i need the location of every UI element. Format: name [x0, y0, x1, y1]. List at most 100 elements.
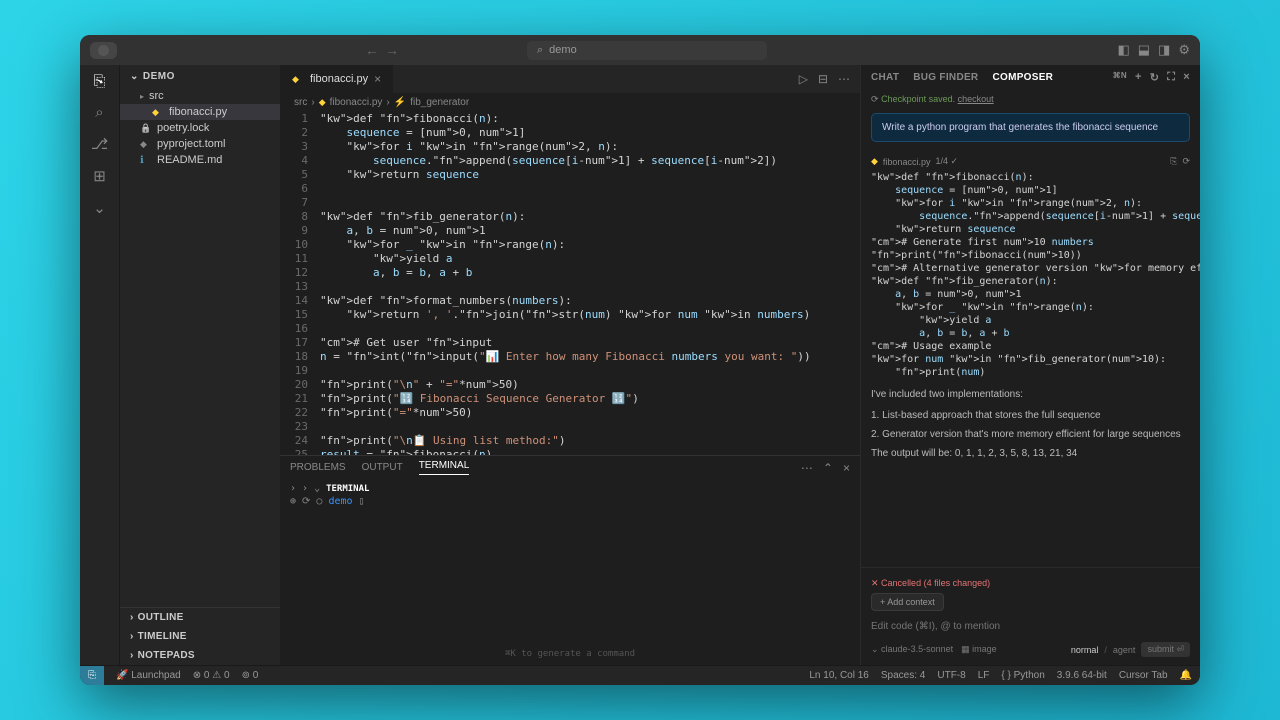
- file-label: fibonacci.py: [169, 106, 227, 118]
- python-file-icon: [292, 73, 304, 85]
- tab-fibonacci[interactable]: fibonacci.py ×: [280, 65, 394, 93]
- tab-terminal[interactable]: TERMINAL: [419, 460, 470, 475]
- close-icon[interactable]: ×: [374, 72, 381, 86]
- sidebar-header[interactable]: ⌄ DEMO: [120, 65, 280, 88]
- timeline-section[interactable]: › TIMELINE: [120, 627, 280, 646]
- terminal-cwd: demo: [328, 496, 352, 507]
- file-readme[interactable]: README.md: [120, 152, 280, 168]
- more-icon[interactable]: ⋯: [838, 72, 850, 86]
- tab-label: fibonacci.py: [310, 73, 368, 85]
- file-fibonacci[interactable]: fibonacci.py: [120, 104, 280, 120]
- model-selector[interactable]: claude-3.5-sonnet: [881, 644, 953, 654]
- mode-normal[interactable]: normal: [1071, 645, 1099, 655]
- mode-agent[interactable]: agent: [1113, 645, 1136, 655]
- folder-label: src: [149, 90, 164, 102]
- checkout-link[interactable]: checkout: [958, 94, 994, 104]
- search-input[interactable]: ⌕ demo: [527, 41, 767, 60]
- notepads-section[interactable]: › NOTEPADS: [120, 646, 280, 665]
- info-count[interactable]: ⊚ 0: [242, 670, 259, 681]
- python-file-icon: [152, 106, 164, 118]
- python-file-icon: [871, 156, 878, 167]
- chevron-down-icon[interactable]: ⌄: [93, 199, 106, 217]
- ai-explanation: I've included two implementations: 1. Li…: [861, 379, 1200, 567]
- plus-icon[interactable]: +: [1135, 71, 1142, 84]
- user-prompt: Write a python program that generates th…: [871, 113, 1190, 142]
- file-label: README.md: [157, 154, 222, 166]
- close-icon[interactable]: ×: [1183, 71, 1190, 84]
- launchpad-button[interactable]: 🚀 Launchpad: [116, 670, 181, 681]
- code-editor[interactable]: 1234567891011121314151617181920212223242…: [280, 112, 860, 455]
- search-sidebar-icon[interactable]: ⌕: [95, 104, 103, 121]
- eol[interactable]: LF: [978, 670, 990, 681]
- language-mode[interactable]: { } Python: [1001, 670, 1044, 681]
- bell-icon[interactable]: 🔔: [1180, 670, 1192, 681]
- indent-setting[interactable]: Spaces: 4: [881, 670, 925, 681]
- layout-right-icon[interactable]: ◨: [1158, 42, 1170, 58]
- cancelled-status: ✕ Cancelled (4 files changed): [871, 574, 1190, 593]
- search-text: demo: [549, 44, 577, 56]
- explorer-icon[interactable]: ⎘: [93, 73, 105, 90]
- chevron-down-icon: ⌄: [130, 71, 139, 82]
- markdown-file-icon: [140, 154, 152, 166]
- more-icon[interactable]: ⋯: [801, 461, 813, 475]
- layout-bottom-icon[interactable]: ⬓: [1138, 42, 1150, 58]
- checkpoint-status: ⟳ Checkpoint saved. checkout: [861, 90, 1200, 109]
- settings-gear-icon[interactable]: ⚙: [1178, 42, 1190, 58]
- chevron-right-icon: ›: [290, 483, 296, 494]
- tab-composer[interactable]: COMPOSER: [992, 72, 1053, 83]
- terminal-panel: PROBLEMS OUTPUT TERMINAL ⋯ ⌃ × › › ⌄ TER…: [280, 455, 860, 665]
- shortcut-label: ⌘N: [1113, 71, 1127, 84]
- window-controls[interactable]: [90, 42, 117, 59]
- terminal-body[interactable]: › › ⌄ TERMINAL ⊕⟳○ demo ▯ ⌘K to generate…: [280, 479, 860, 665]
- cursor-position[interactable]: Ln 10, Col 16: [809, 670, 869, 681]
- image-attach[interactable]: ▦ image: [961, 644, 997, 655]
- add-context-button[interactable]: + Add context: [871, 593, 944, 611]
- layout-left-icon[interactable]: ◧: [1117, 42, 1129, 58]
- remote-indicator[interactable]: ⎘: [80, 666, 104, 686]
- tab-problems[interactable]: PROBLEMS: [290, 462, 346, 473]
- composer-input[interactable]: [871, 617, 1190, 636]
- source-control-icon[interactable]: ⎇: [91, 135, 108, 153]
- tab-bugfinder[interactable]: BUG FINDER: [913, 72, 978, 83]
- file-progress: 1/4 ✓: [935, 156, 958, 167]
- code-content[interactable]: "kw">def "fn">fibonacci(n): sequence = […: [320, 112, 860, 455]
- chevron-down-icon: ⌄: [314, 483, 320, 494]
- terminal-hint: ⌘K to generate a command: [505, 649, 635, 659]
- expand-icon[interactable]: ⛶: [1167, 71, 1175, 84]
- statusbar: ⎘ 🚀 Launchpad ⊗ 0 ⚠ 0 ⊚ 0 Ln 10, Col 16 …: [80, 665, 1200, 685]
- refresh-icon[interactable]: ⟳: [1182, 156, 1190, 167]
- tab-output[interactable]: OUTPUT: [362, 462, 403, 473]
- encoding[interactable]: UTF-8: [937, 670, 965, 681]
- ai-panel: CHAT BUG FINDER COMPOSER ⌘N + ↻ ⛶ × ⟳ Ch…: [860, 65, 1200, 665]
- split-icon[interactable]: ⊟: [818, 72, 828, 86]
- terminal-label: TERMINAL: [326, 484, 369, 494]
- file-poetry-lock[interactable]: poetry.lock: [120, 120, 280, 136]
- folder-icon: [140, 90, 144, 102]
- breadcrumb[interactable]: src fibonacci.py ⚡fib_generator: [280, 93, 860, 112]
- back-arrow-icon[interactable]: ←: [365, 42, 379, 58]
- copy-icon[interactable]: ⎘: [1170, 156, 1177, 167]
- history-icon[interactable]: ↻: [1150, 71, 1160, 84]
- submit-button[interactable]: submit ⏎: [1141, 642, 1190, 657]
- titlebar: ← → ⌕ demo ◧ ⬓ ◨ ⚙: [80, 35, 1200, 65]
- tab-chat[interactable]: CHAT: [871, 72, 899, 83]
- line-numbers: 1234567891011121314151617181920212223242…: [280, 112, 320, 455]
- file-badge[interactable]: fibonacci.py: [883, 157, 931, 167]
- python-file-icon: [319, 97, 326, 108]
- errors-count[interactable]: ⊗ 0 ⚠ 0: [193, 670, 230, 681]
- run-icon[interactable]: ▷: [799, 72, 808, 86]
- python-version[interactable]: 3.9.6 64-bit: [1057, 670, 1107, 681]
- file-pyproject[interactable]: pyproject.toml: [120, 136, 280, 152]
- folder-src[interactable]: src: [120, 88, 280, 104]
- extensions-icon[interactable]: ⊞: [93, 167, 106, 185]
- toml-file-icon: [140, 138, 152, 150]
- sidebar: ⌄ DEMO src fibonacci.py poetry.lock: [120, 65, 280, 665]
- ai-code-block[interactable]: "kw">def "fn">fibonacci(n): sequence = […: [871, 171, 1190, 379]
- outline-section[interactable]: › OUTLINE: [120, 608, 280, 627]
- cursor-tab[interactable]: Cursor Tab: [1119, 670, 1168, 681]
- chevron-up-icon[interactable]: ⌃: [823, 461, 833, 475]
- file-label: pyproject.toml: [157, 138, 225, 150]
- forward-arrow-icon[interactable]: →: [385, 42, 399, 58]
- activity-bar: ⎘ ⌕ ⎇ ⊞ ⌄: [80, 65, 120, 665]
- close-icon[interactable]: ×: [843, 461, 850, 475]
